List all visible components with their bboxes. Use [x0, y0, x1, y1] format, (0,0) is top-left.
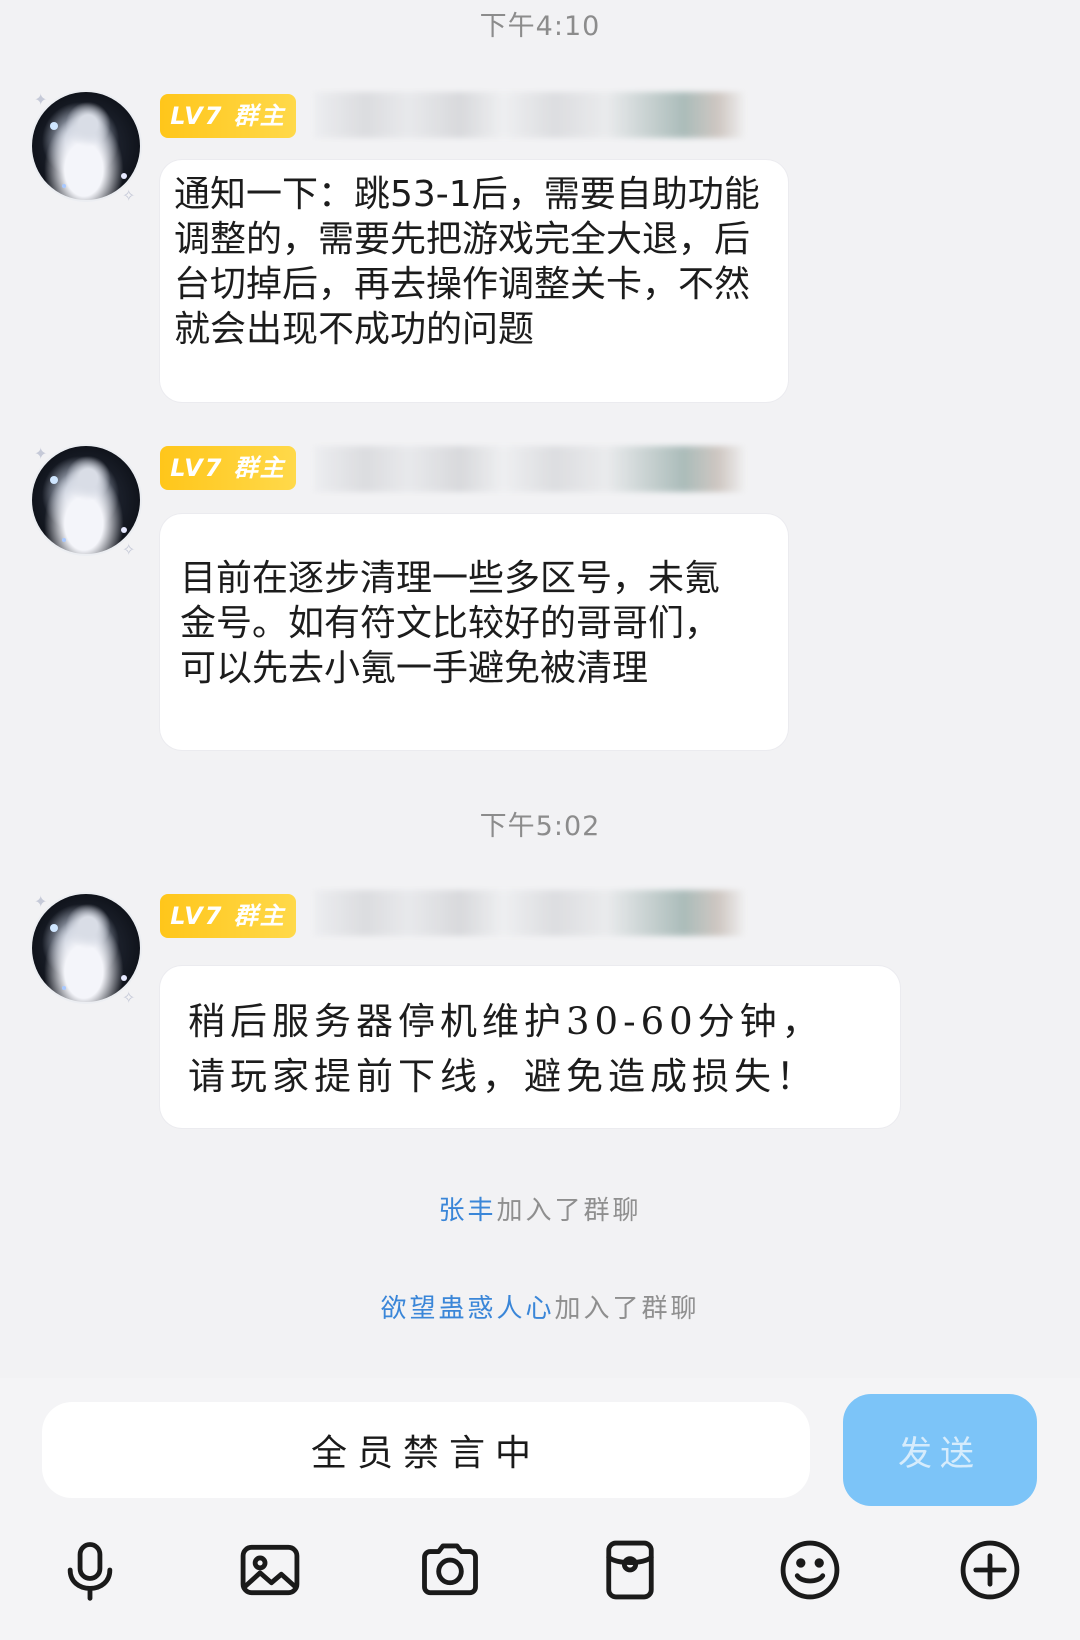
message-bubble[interactable]: 通知一下：跳53-1后，需要自助功能调整的，需要先把游戏完全大退，后台切掉后，再… [160, 160, 788, 402]
chat-message-list[interactable]: 下午4:10 ✦ ✧ LV7 群主 通知一下：跳53-1后，需要自助功能调整的，… [0, 0, 1080, 1378]
microphone-icon[interactable] [48, 1528, 132, 1612]
sparkle-decoration: ✦ [34, 444, 48, 463]
sparkle-decoration: ✧ [122, 186, 136, 205]
sender-avatar[interactable] [32, 894, 140, 1002]
message-text-line: 请玩家提前下线，避免造成损失！ [188, 1055, 818, 1098]
message-text: 目前在逐步清理一些多区号，未氪金号。如有符文比较好的哥哥们，可以先去小氪一手避免… [180, 558, 721, 689]
group-owner-badge: LV7 群主 [160, 894, 296, 938]
member-joined-notice: 欲望蛊惑人心加入了群聊 [0, 1288, 1080, 1325]
sparkle-decoration: ✧ [122, 988, 136, 1007]
sender-name-blurred [314, 890, 744, 936]
member-joined-notice: 张丰加入了群聊 [0, 1190, 1080, 1227]
image-icon[interactable] [228, 1528, 312, 1612]
sender-name-blurred [314, 92, 744, 138]
composer-bar: 全员禁言中 发送 [0, 1378, 1080, 1640]
joined-username[interactable]: 张丰 [438, 1196, 496, 1226]
sparkle-decoration: ✦ [34, 90, 48, 109]
sender-avatar[interactable] [32, 446, 140, 554]
message-text-line: 稍后服务器停机维护30-60分钟， [188, 1000, 824, 1043]
group-owner-badge: LV7 群主 [160, 94, 296, 138]
time-divider: 下午4:10 [479, 11, 601, 42]
message-bubble[interactable]: 目前在逐步清理一些多区号，未氪金号。如有符文比较好的哥哥们，可以先去小氪一手避免… [160, 514, 788, 750]
joined-username[interactable]: 欲望蛊惑人心 [380, 1294, 554, 1324]
send-button[interactable]: 发送 [843, 1394, 1037, 1506]
group-owner-badge: LV7 群主 [160, 446, 296, 490]
muted-label: 全员禁言中 [310, 1433, 541, 1474]
sparkle-decoration: ✦ [34, 892, 48, 911]
join-action-text: 加入了群聊 [496, 1196, 642, 1226]
camera-icon[interactable] [408, 1528, 492, 1612]
red-packet-icon[interactable] [588, 1528, 672, 1612]
composer-toolbar [0, 1528, 1080, 1628]
emoji-icon[interactable] [768, 1528, 852, 1612]
join-action-text: 加入了群聊 [554, 1294, 700, 1324]
message-bubble[interactable]: 稍后服务器停机维护30-60分钟， 请玩家提前下线，避免造成损失！ [160, 966, 900, 1128]
sender-name-blurred [314, 446, 744, 492]
sparkle-decoration: ✧ [122, 540, 136, 559]
time-divider: 下午5:02 [479, 811, 601, 842]
send-label: 发送 [898, 1433, 982, 1474]
message-text: 通知一下：跳53-1后，需要自助功能调整的，需要先把游戏完全大退，后台切掉后，再… [174, 174, 760, 350]
sender-avatar[interactable] [32, 92, 140, 200]
plus-icon[interactable] [948, 1528, 1032, 1612]
muted-input-field: 全员禁言中 [42, 1402, 810, 1498]
